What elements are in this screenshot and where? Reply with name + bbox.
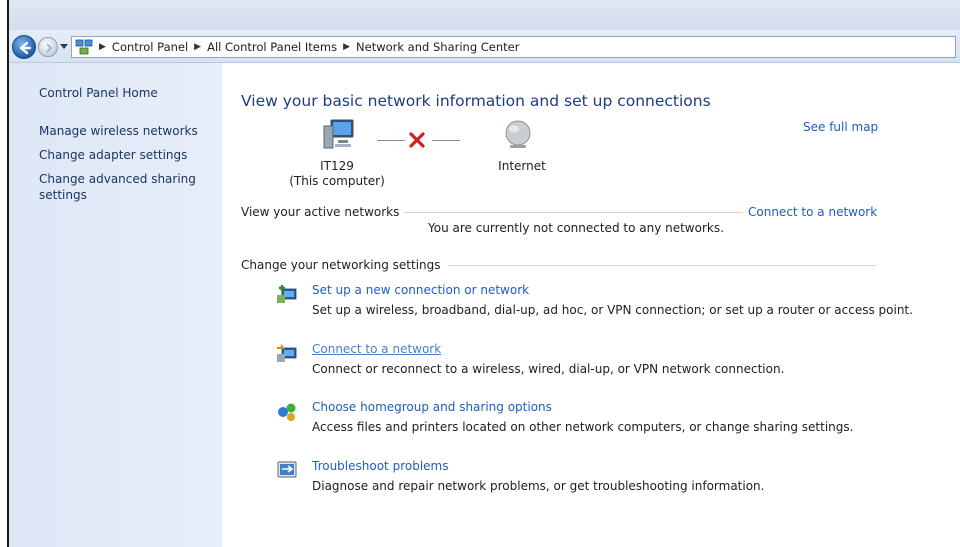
back-button[interactable] xyxy=(12,35,36,59)
new-connection-link[interactable]: Set up a new connection or network xyxy=(312,283,529,297)
recent-pages-dropdown[interactable] xyxy=(60,44,68,49)
see-full-map-link[interactable]: See full map xyxy=(803,120,878,134)
homegroup-sharing-link[interactable]: Choose homegroup and sharing options xyxy=(312,400,552,414)
change-settings-label: Change your networking settings xyxy=(241,258,445,272)
task-description: Connect or reconnect to a wireless, wire… xyxy=(312,362,785,376)
network-link-line xyxy=(432,140,460,141)
window: ▶ Control Panel ▶ All Control Panel Item… xyxy=(7,0,960,547)
computer-icon[interactable] xyxy=(322,118,356,153)
internet-globe-icon[interactable] xyxy=(502,118,534,153)
connect-network-icon xyxy=(276,342,298,364)
breadcrumb-separator-icon[interactable]: ▶ xyxy=(343,42,350,52)
control-panel-icon xyxy=(75,39,93,55)
internet-label: Internet xyxy=(498,159,546,173)
breadcrumb-separator-icon[interactable]: ▶ xyxy=(194,42,201,52)
active-networks-label: View your active networks xyxy=(241,205,404,219)
forward-button[interactable] xyxy=(38,37,58,57)
not-connected-message: You are currently not connected to any n… xyxy=(428,221,724,235)
troubleshoot-link[interactable]: Troubleshoot problems xyxy=(312,459,448,473)
troubleshoot-icon xyxy=(276,459,298,481)
address-bar[interactable]: ▶ Control Panel ▶ All Control Panel Item… xyxy=(71,36,956,58)
sidebar: Control Panel Home Manage wireless netwo… xyxy=(9,63,222,547)
page-title: View your basic network information and … xyxy=(241,92,711,110)
sidebar-item-advanced-sharing[interactable]: Change advanced sharing settings xyxy=(39,171,209,203)
divider xyxy=(448,265,876,266)
new-connection-icon xyxy=(276,283,298,305)
computer-name: IT129 xyxy=(320,159,354,173)
homegroup-icon xyxy=(276,400,298,422)
computer-label: IT129 (This computer) xyxy=(272,159,402,189)
connect-to-network-task-link[interactable]: Connect to a network xyxy=(312,342,441,356)
task-description: Set up a wireless, broadband, dial-up, a… xyxy=(312,303,913,317)
sidebar-item-adapter-settings[interactable]: Change adapter settings xyxy=(39,147,209,163)
network-link-line xyxy=(377,140,405,141)
breadcrumb-network-sharing-center[interactable]: Network and Sharing Center xyxy=(356,40,519,54)
connect-to-network-link[interactable]: Connect to a network xyxy=(748,205,877,219)
breadcrumb-control-panel[interactable]: Control Panel xyxy=(112,40,188,54)
divider xyxy=(398,212,743,213)
sidebar-item-control-panel-home[interactable]: Control Panel Home xyxy=(39,85,209,101)
navigation-bar: ▶ Control Panel ▶ All Control Panel Item… xyxy=(9,30,960,63)
breadcrumb-separator-icon[interactable]: ▶ xyxy=(99,42,106,52)
title-bar xyxy=(9,0,960,30)
disconnected-x-icon[interactable] xyxy=(407,130,427,153)
main-content: View your basic network information and … xyxy=(222,63,960,547)
sidebar-item-manage-wireless[interactable]: Manage wireless networks xyxy=(39,123,209,139)
computer-sub-label: (This computer) xyxy=(289,174,385,188)
breadcrumb-all-items[interactable]: All Control Panel Items xyxy=(207,40,337,54)
task-description: Access files and printers located on oth… xyxy=(312,420,854,434)
task-description: Diagnose and repair network problems, or… xyxy=(312,479,765,493)
